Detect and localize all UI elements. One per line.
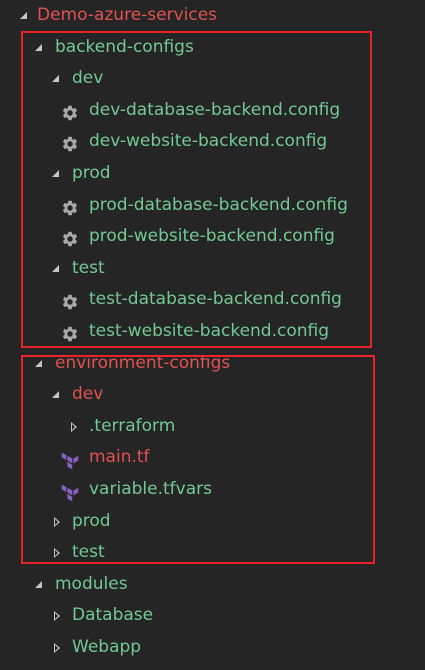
tree-item-label: prod bbox=[72, 510, 111, 531]
tree-item-label: variable.tfvars bbox=[89, 479, 212, 499]
tree-item-label: Demo-azure-services bbox=[37, 5, 218, 25]
chevron-down-icon[interactable] bbox=[18, 0, 32, 31]
tree-item-label: prod-database-backend.config bbox=[89, 194, 348, 215]
chevron-down-icon[interactable] bbox=[50, 253, 64, 284]
tree-file-prod-website-backend-config[interactable]: prod-website-backend.config bbox=[0, 221, 425, 252]
tree-item-label: dev-database-backend.config bbox=[89, 99, 341, 120]
tree-file-test-website-backend-config[interactable]: test-website-backend.config bbox=[0, 316, 425, 347]
terraform-icon bbox=[61, 449, 79, 470]
chevron-right-icon[interactable] bbox=[50, 506, 64, 537]
tree-folder-test[interactable]: test bbox=[0, 253, 425, 284]
chevron-down-icon[interactable] bbox=[50, 379, 64, 410]
tree-item-label: Webapp bbox=[72, 637, 142, 657]
tree-file-prod-database-backend-config[interactable]: prod-database-backend.config bbox=[0, 190, 425, 221]
chevron-down-icon[interactable] bbox=[33, 569, 47, 600]
tree-folder-test[interactable]: test bbox=[0, 537, 425, 568]
tree-folder-dev[interactable]: dev bbox=[0, 63, 425, 94]
tree-item-label: test bbox=[72, 257, 105, 278]
tree-item-label: test-database-backend.config bbox=[89, 289, 342, 310]
tree-folder-terraform[interactable]: .terraform bbox=[0, 411, 425, 442]
tree-file-test-database-backend-config[interactable]: test-database-backend.config bbox=[0, 284, 425, 315]
tree-file-main-tf[interactable]: main.tf bbox=[0, 442, 425, 473]
terraform-icon bbox=[61, 481, 79, 502]
tree-item-label: environment-configs bbox=[55, 352, 231, 373]
tree-item-label: modules bbox=[55, 573, 128, 594]
tree-folder-prod[interactable]: prod bbox=[0, 506, 425, 537]
tree-folder-backend-configs[interactable]: backend-configs bbox=[0, 32, 425, 63]
chevron-right-icon[interactable] bbox=[50, 632, 64, 663]
tree-file-variable-tfvars[interactable]: variable.tfvars bbox=[0, 474, 425, 505]
gear-icon bbox=[61, 197, 79, 215]
tree-item-label: dev bbox=[72, 384, 104, 405]
tree-item-label: test-website-backend.config bbox=[89, 321, 330, 341]
chevron-right-icon[interactable] bbox=[50, 600, 64, 631]
tree-folder-webapp[interactable]: Webapp bbox=[0, 632, 425, 663]
tree-item-label: Database bbox=[72, 605, 154, 626]
tree-item-label: .terraform bbox=[89, 415, 176, 436]
chevron-down-icon[interactable] bbox=[50, 158, 64, 189]
tree-item-label: backend-configs bbox=[55, 36, 194, 57]
tree-item-label: main.tf bbox=[89, 447, 150, 468]
gear-icon bbox=[61, 228, 79, 247]
tree-file-dev-database-backend-config[interactable]: dev-database-backend.config bbox=[0, 95, 425, 126]
chevron-down-icon[interactable] bbox=[33, 32, 47, 63]
tree-item-label: dev-website-backend.config bbox=[89, 131, 328, 152]
tree-folder-prod[interactable]: prod bbox=[0, 158, 425, 189]
tree-folder-dev[interactable]: dev bbox=[0, 379, 425, 410]
gear-icon bbox=[61, 291, 79, 310]
chevron-down-icon[interactable] bbox=[50, 63, 64, 94]
file-explorer-tree: Demo-azure-services backend-configs dev dev… bbox=[0, 0, 425, 670]
tree-folder-database[interactable]: Database bbox=[0, 600, 425, 631]
tree-folder-modules[interactable]: modules bbox=[0, 569, 425, 600]
tree-folder-demo-azure-services[interactable]: Demo-azure-services bbox=[0, 0, 425, 31]
tree-item-label: test bbox=[72, 542, 105, 563]
tree-file-dev-website-backend-config[interactable]: dev-website-backend.config bbox=[0, 126, 425, 157]
tree-item-label: prod-website-backend.config bbox=[89, 226, 335, 247]
chevron-right-icon[interactable] bbox=[67, 411, 81, 442]
tree-folder-environment-configs[interactable]: environment-configs bbox=[0, 348, 425, 379]
chevron-down-icon[interactable] bbox=[33, 348, 47, 379]
gear-icon bbox=[61, 323, 79, 342]
chevron-right-icon[interactable] bbox=[50, 537, 64, 568]
tree-item-label: prod bbox=[72, 163, 111, 183]
gear-icon bbox=[61, 102, 79, 120]
tree-item-label: dev bbox=[72, 68, 104, 89]
gear-icon bbox=[61, 133, 79, 152]
